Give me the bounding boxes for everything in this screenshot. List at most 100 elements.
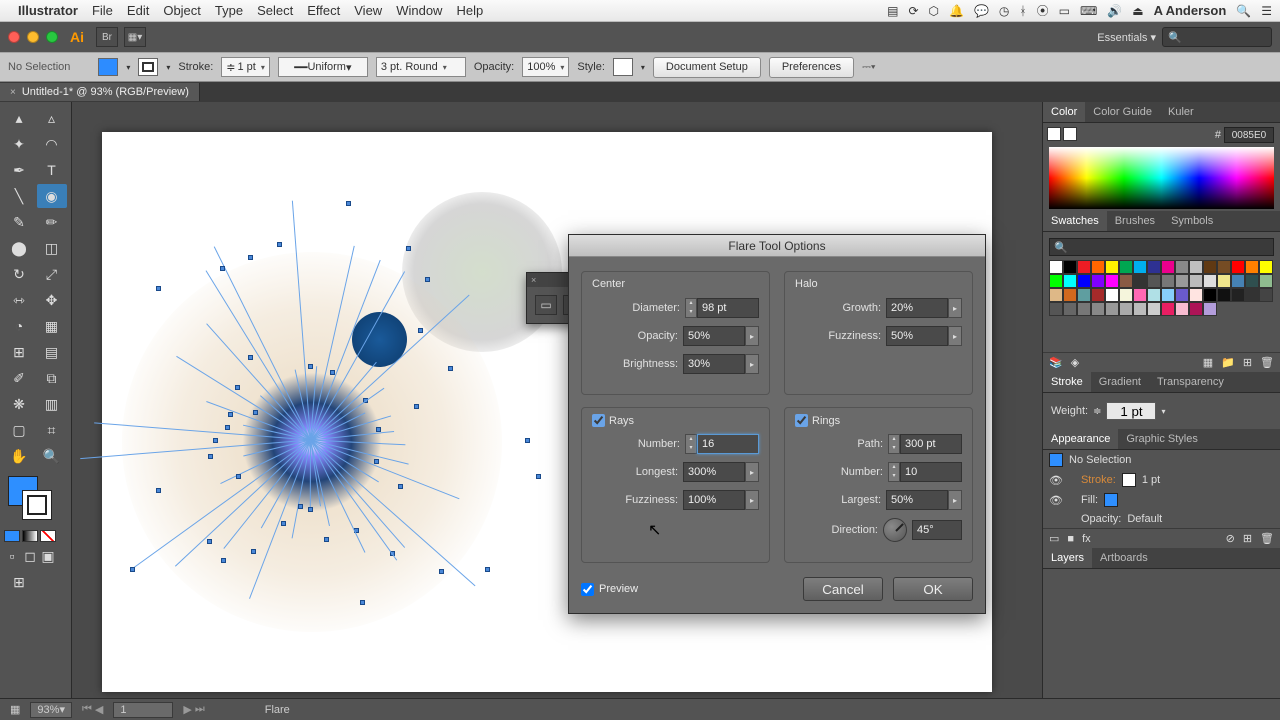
appearance-stroke-row[interactable]: 👁 Stroke: 1 pt [1043,470,1280,490]
stroke-thumb-icon[interactable] [1122,473,1136,487]
rectangle-tool[interactable]: ▭ [535,295,557,315]
swatch[interactable] [1091,302,1105,316]
tab-swatches[interactable]: Swatches [1043,211,1107,231]
type-tool[interactable]: T [37,158,67,182]
swatch[interactable] [1119,260,1133,274]
swatch[interactable] [1189,260,1203,274]
search-input[interactable]: 🔍 [1162,27,1272,47]
swatch[interactable] [1063,260,1077,274]
swatch[interactable] [1119,302,1133,316]
tab-layers[interactable]: Layers [1043,548,1092,568]
pencil-tool[interactable]: ✏ [37,210,67,234]
free-transform-tool[interactable]: ✥ [37,288,67,312]
swatch-kind-icon[interactable]: ◈ [1071,356,1079,369]
swatch[interactable] [1245,274,1259,288]
menubar-app[interactable]: Illustrator [18,3,78,18]
notification-center-icon[interactable]: ☰ [1261,4,1272,18]
menubar-user[interactable]: A Anderson [1154,3,1227,18]
menu-edit[interactable]: Edit [127,3,149,18]
align-icon[interactable]: ⎓▾ [862,61,875,74]
style-swatch[interactable] [613,58,633,76]
arrange-docs-button[interactable]: ▦▾ [124,27,146,47]
zoom-select[interactable]: 93% ▾ [30,702,72,718]
bridge-button[interactable]: Br [96,27,118,47]
document-setup-button[interactable]: Document Setup [653,57,761,78]
swatch[interactable] [1175,260,1189,274]
tab-kuler[interactable]: Kuler [1160,102,1202,122]
color-spectrum[interactable] [1049,147,1274,209]
swatch[interactable] [1133,274,1147,288]
workspace-switcher[interactable]: Essentials ▾ [1097,31,1156,44]
stroke-color[interactable] [22,490,52,520]
swatch[interactable] [1091,288,1105,302]
swatch[interactable] [1147,260,1161,274]
appearance-opacity-row[interactable]: Opacity: Default [1043,510,1280,528]
status-wifi-icon[interactable]: ⦿ [1037,2,1049,19]
line-tool[interactable]: ╲ [4,184,34,208]
color-mode-gradient[interactable] [22,530,38,542]
tab-color-guide[interactable]: Color Guide [1085,102,1160,122]
screen-mode-full[interactable]: ◻ [22,548,38,564]
rings-direction-dial[interactable] [883,518,907,542]
swatch[interactable] [1049,288,1063,302]
rays-checkbox[interactable] [592,414,605,427]
status-sync-icon[interactable]: ⟳ [908,4,918,18]
eyedropper-tool[interactable]: ✐ [4,366,34,390]
appearance-fill-row[interactable]: 👁 Fill: [1043,490,1280,510]
menu-select[interactable]: Select [257,3,293,18]
swatch-options-icon[interactable]: ▦ [1203,356,1213,369]
add-fill-icon[interactable]: ■ [1067,533,1074,545]
add-effect-icon[interactable]: fx [1082,533,1091,545]
swatch[interactable] [1091,274,1105,288]
tab-appearance[interactable]: Appearance [1043,429,1118,449]
swatch[interactable] [1105,260,1119,274]
tab-symbols[interactable]: Symbols [1163,211,1221,231]
direct-selection-tool[interactable]: ▵ [37,106,67,130]
perspective-tool[interactable]: ▦ [37,314,67,338]
width-tool[interactable]: ⇿ [4,288,34,312]
graph-tool[interactable]: ▥ [37,392,67,416]
document-tab[interactable]: × Untitled-1* @ 93% (RGB/Preview) [0,83,200,101]
swatch[interactable] [1217,274,1231,288]
artboard-tool[interactable]: ▢ [4,418,34,442]
new-group-icon[interactable]: 📁 [1221,356,1235,369]
tab-stroke[interactable]: Stroke [1043,372,1091,392]
blend-tool[interactable]: ⧉ [37,366,67,390]
swatch[interactable] [1119,288,1133,302]
tab-color[interactable]: Color [1043,102,1085,122]
fill-thumb-icon[interactable] [1104,493,1118,507]
rings-largest-input[interactable]: 50%▸ [886,490,962,510]
menu-window[interactable]: Window [396,3,442,18]
menu-help[interactable]: Help [456,3,483,18]
stroke-weight-input[interactable]: ≑ 1 pt▾ [221,57,270,77]
eraser-tool[interactable]: ◫ [37,236,67,260]
shape-builder-tool[interactable]: ◔ [4,314,34,338]
swatch[interactable] [1217,288,1231,302]
menu-type[interactable]: Type [215,3,243,18]
spotlight-icon[interactable]: 🔍 [1236,4,1251,18]
stroke-profile-select[interactable]: ━━ Uniform ▾ [278,57,368,77]
swatch[interactable] [1217,260,1231,274]
swatch[interactable] [1147,288,1161,302]
swatch[interactable] [1049,274,1063,288]
halo-fuzziness-input[interactable]: 50%▸ [886,326,962,346]
swatch-search[interactable]: 🔍 [1049,238,1274,256]
swatch[interactable] [1161,260,1175,274]
swatch[interactable] [1161,274,1175,288]
tab-close-icon[interactable]: × [10,87,16,98]
menu-object[interactable]: Object [163,3,201,18]
visibility-icon[interactable]: 👁 [1049,474,1063,487]
add-stroke-icon[interactable]: ▭ [1049,532,1059,545]
swatch[interactable] [1105,288,1119,302]
tab-artboards[interactable]: Artboards [1092,548,1156,568]
swatch[interactable] [1231,288,1245,302]
swatch[interactable] [1063,302,1077,316]
halo-growth-input[interactable]: 20%▸ [886,298,962,318]
swatch[interactable] [1203,288,1217,302]
gpu-icon[interactable]: ▦ [10,703,20,716]
swatch[interactable] [1259,274,1273,288]
pen-tool[interactable]: ✒ [4,158,34,182]
swatch[interactable] [1161,302,1175,316]
swatch[interactable] [1161,288,1175,302]
swatch[interactable] [1147,302,1161,316]
